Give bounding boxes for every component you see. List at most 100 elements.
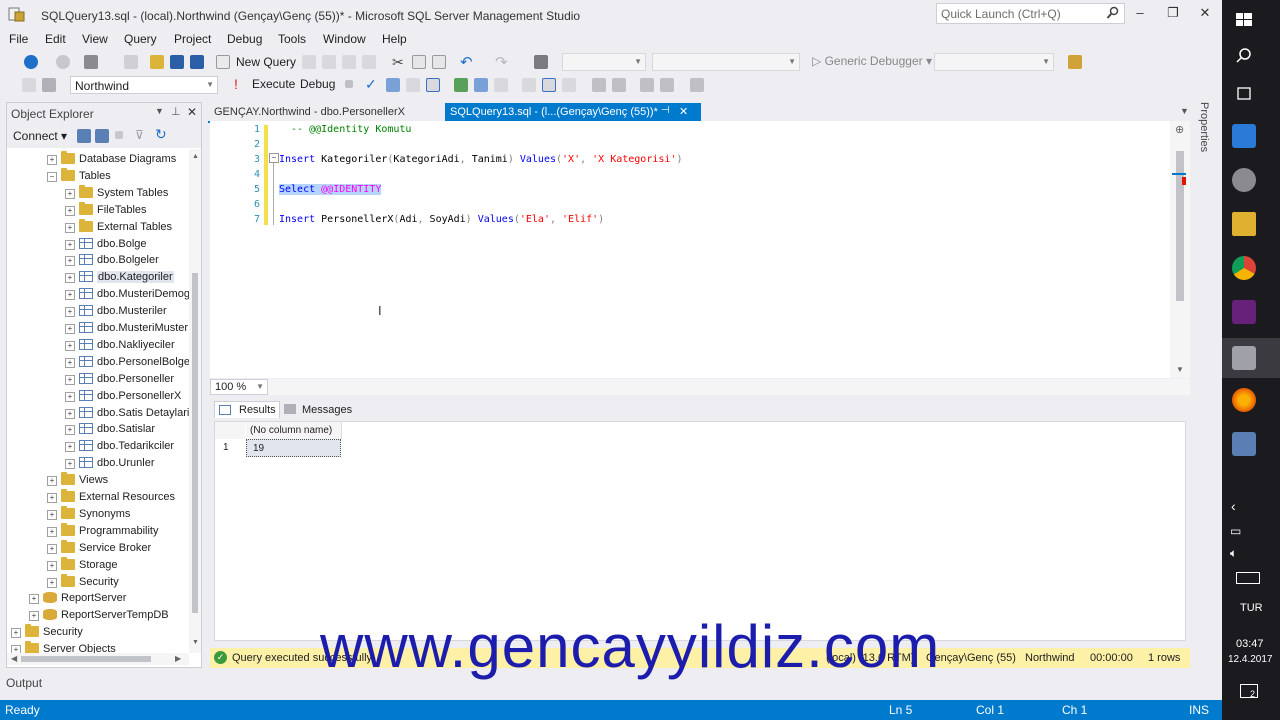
analysis-query-icon[interactable]	[322, 55, 336, 69]
increase-indent-icon[interactable]	[660, 78, 674, 92]
menu-tools[interactable]: Tools	[278, 32, 306, 46]
row-header[interactable]: 1	[215, 439, 245, 457]
new-query-icon[interactable]	[216, 55, 230, 69]
solution-platform-combo[interactable]: ▼	[652, 53, 800, 71]
keyboard-icon[interactable]	[1236, 572, 1260, 584]
tree-item[interactable]: + External Tables	[7, 218, 189, 236]
add-item-icon[interactable]	[124, 55, 138, 69]
results-grid[interactable]: (No column name) 1 19	[214, 421, 1186, 641]
tab-overflow-icon[interactable]: ▼	[1180, 106, 1189, 116]
expand-icon[interactable]: +	[29, 594, 39, 605]
firefox-icon[interactable]	[1232, 388, 1256, 412]
tree-item[interactable]: + dbo.MusteriMuster	[7, 320, 189, 337]
chrome-icon[interactable]	[1232, 256, 1256, 280]
expand-icon[interactable]: +	[65, 205, 75, 216]
expand-icon[interactable]: +	[65, 357, 75, 368]
column-header[interactable]: (No column name)	[246, 422, 342, 439]
app-icon[interactable]	[1232, 432, 1256, 456]
database-select[interactable]: Northwind ▼	[70, 76, 218, 94]
tree-item[interactable]: + dbo.Personeller	[7, 371, 189, 388]
tree-item[interactable]: + Security	[7, 573, 189, 591]
save-all-icon[interactable]	[190, 55, 204, 69]
code-line[interactable]: -- @@Identity Komutu	[279, 124, 411, 135]
expand-icon[interactable]: +	[65, 340, 75, 351]
tree-item[interactable]: + dbo.Musteriler	[7, 303, 189, 320]
tab-personellerx-table[interactable]: GENÇAY.Northwind - dbo.PersonellerX	[208, 103, 444, 121]
results-file-icon[interactable]	[562, 78, 576, 92]
code-line[interactable]: Select @@IDENTITY	[279, 184, 382, 195]
expand-icon[interactable]: +	[47, 493, 57, 503]
task-view-icon[interactable]	[1232, 82, 1256, 106]
outlook-icon[interactable]	[1232, 124, 1256, 148]
tree-item[interactable]: + dbo.Urunler	[7, 455, 189, 472]
menu-help[interactable]: Help	[382, 32, 407, 46]
find-icon[interactable]	[1068, 55, 1082, 69]
panel-menu-icon[interactable]: ▼	[155, 106, 164, 116]
collapse-region-icon[interactable]: −	[269, 153, 279, 163]
code-line[interactable]: Insert Kategoriler(KategoriAdi, Tanimi) …	[279, 154, 682, 165]
expand-icon[interactable]: +	[29, 611, 39, 622]
stop-icon[interactable]	[115, 131, 123, 139]
close-window-button[interactable]: ✕	[1195, 5, 1215, 21]
maximize-button[interactable]: ❐	[1163, 5, 1183, 21]
scroll-left-icon[interactable]: ◀	[11, 654, 17, 663]
tree-item[interactable]: + Storage	[7, 556, 189, 574]
uncomment-icon[interactable]	[612, 78, 626, 92]
menu-debug[interactable]: Debug	[227, 32, 262, 46]
pin-tab-icon[interactable]: ⊣	[661, 105, 670, 116]
expand-icon[interactable]: +	[65, 222, 75, 233]
results-text-icon[interactable]	[522, 78, 536, 92]
tree-item[interactable]: + Security	[7, 624, 189, 641]
clock-date[interactable]: 12.4.2017	[1228, 654, 1273, 665]
tree-item[interactable]: + Views	[7, 472, 189, 489]
new-project-icon[interactable]	[84, 55, 98, 69]
parse-icon[interactable]: ✓	[365, 76, 377, 93]
tab-results[interactable]: Results	[214, 401, 280, 418]
tree-horizontal-scrollbar[interactable]: ◀ ▶	[7, 653, 189, 665]
scroll-right-icon[interactable]: ▶	[175, 654, 181, 663]
tree-item[interactable]: + dbo.PersonelBolgel	[7, 354, 189, 371]
expand-icon[interactable]: +	[65, 425, 75, 436]
tree-item[interactable]: + dbo.Bolge	[7, 236, 189, 253]
expand-icon[interactable]: +	[65, 273, 75, 284]
dmx-query-icon[interactable]	[362, 55, 376, 69]
change-connection-icon[interactable]	[42, 78, 56, 92]
pin-icon[interactable]: ⊥	[171, 105, 181, 118]
tree-item[interactable]: + Database Diagrams	[7, 151, 189, 168]
windows-start-icon[interactable]	[1232, 8, 1256, 32]
tree-item[interactable]: + dbo.MusteriDemog	[7, 286, 189, 303]
expand-icon[interactable]: +	[47, 577, 57, 588]
collapse-icon[interactable]: −	[47, 171, 57, 182]
connect-button[interactable]: Connect ▾	[13, 129, 67, 143]
expand-icon[interactable]: +	[65, 442, 75, 453]
sql-config-icon[interactable]	[1232, 168, 1256, 192]
results-grid-icon[interactable]	[542, 78, 556, 92]
expand-icon[interactable]: +	[65, 290, 75, 301]
copy-icon[interactable]	[412, 55, 426, 69]
table-cell[interactable]: 19	[246, 439, 341, 457]
tree-item[interactable]: + dbo.Satislar	[7, 421, 189, 438]
tab-sqlquery13[interactable]: SQLQuery13.sql - (l...(Gençay\Genç (55))…	[445, 103, 701, 121]
tree-item[interactable]: + FileTables	[7, 201, 189, 219]
menu-project[interactable]: Project	[174, 32, 211, 46]
menu-file[interactable]: File	[9, 32, 28, 46]
battery-icon[interactable]: ▭	[1230, 524, 1241, 538]
tree-item[interactable]: + dbo.Kategoriler	[7, 269, 189, 286]
properties-side-tab[interactable]: Properties	[1196, 102, 1214, 162]
generic-debugger-button[interactable]: ▷ Generic Debugger ▾	[812, 54, 932, 68]
cancel-query-icon[interactable]	[345, 80, 353, 88]
tree-item[interactable]: + ReportServer	[7, 590, 189, 607]
expand-icon[interactable]: +	[47, 509, 57, 520]
tree-scroll-thumb[interactable]	[192, 273, 198, 613]
minimize-button[interactable]: –	[1130, 5, 1150, 21]
query-designer-icon[interactable]	[406, 78, 420, 92]
specify-values-icon[interactable]	[690, 78, 704, 92]
tree-item[interactable]: + dbo.Nakliyeciler	[7, 337, 189, 354]
debug-button[interactable]: Debug	[300, 77, 335, 91]
debug-target-combo[interactable]: ▼	[934, 53, 1054, 71]
editor-vertical-scrollbar[interactable]: ⊕ ▼	[1170, 121, 1190, 378]
intellisense-icon[interactable]	[426, 78, 440, 92]
filter-icon[interactable]: ⊽	[135, 128, 144, 142]
execute-button[interactable]: Execute	[252, 77, 295, 91]
tree-item[interactable]: + dbo.PersonellerX	[7, 388, 189, 405]
